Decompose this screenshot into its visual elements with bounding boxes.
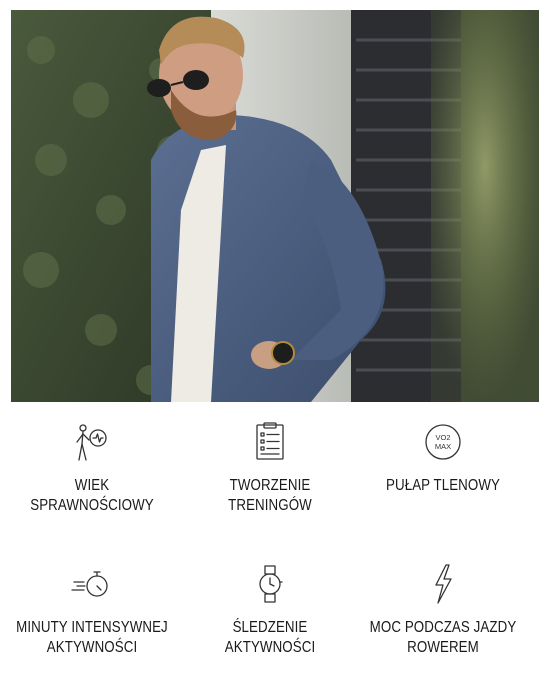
watch-icon bbox=[259, 565, 283, 603]
vo2-max-icon: VO2 MAX bbox=[425, 424, 461, 460]
feature-workout-plan: TWORZENIE TRENINGÓW bbox=[180, 420, 360, 516]
stopwatch-icon bbox=[71, 571, 108, 597]
feature-label: MOC PODCZAS JAZDY ROWEREM bbox=[369, 619, 517, 656]
feature-label: TWORZENIE TRENINGÓW bbox=[228, 477, 312, 514]
vo2-text: VO2 bbox=[435, 433, 450, 442]
feature-label: MINUTY INTENSYWNEJ AKTYWNOŚCI bbox=[16, 619, 168, 656]
feature-intensity-minutes: MINUTY INTENSYWNEJ AKTYWNOŚCI bbox=[2, 562, 182, 658]
feature-vo2-max: VO2 MAX PUŁAP TLENOWY bbox=[353, 420, 533, 496]
fitness-age-icon bbox=[76, 424, 107, 461]
feature-fitness-age: WIEK SPRAWNOŚCIOWY bbox=[2, 420, 182, 516]
hero-photo-illustration bbox=[11, 10, 539, 402]
feature-label: WIEK SPRAWNOŚCIOWY bbox=[30, 477, 154, 514]
feature-label: PUŁAP TLENOWY bbox=[386, 477, 500, 494]
workout-plan-icon bbox=[256, 422, 284, 460]
max-text: MAX bbox=[435, 442, 451, 451]
feature-cycling-power: MOC PODCZAS JAZDY ROWEREM bbox=[353, 562, 533, 658]
feature-label: ŚLEDZENIE AKTYWNOŚCI bbox=[224, 619, 316, 656]
feature-activity-tracking: ŚLEDZENIE AKTYWNOŚCI bbox=[180, 562, 360, 658]
lightning-bolt-icon bbox=[435, 564, 452, 604]
features-grid: WIEK SPRAWNOŚCIOWY TWORZENIE TRENINGÓW VO… bbox=[0, 402, 550, 700]
hero-image bbox=[11, 10, 539, 402]
